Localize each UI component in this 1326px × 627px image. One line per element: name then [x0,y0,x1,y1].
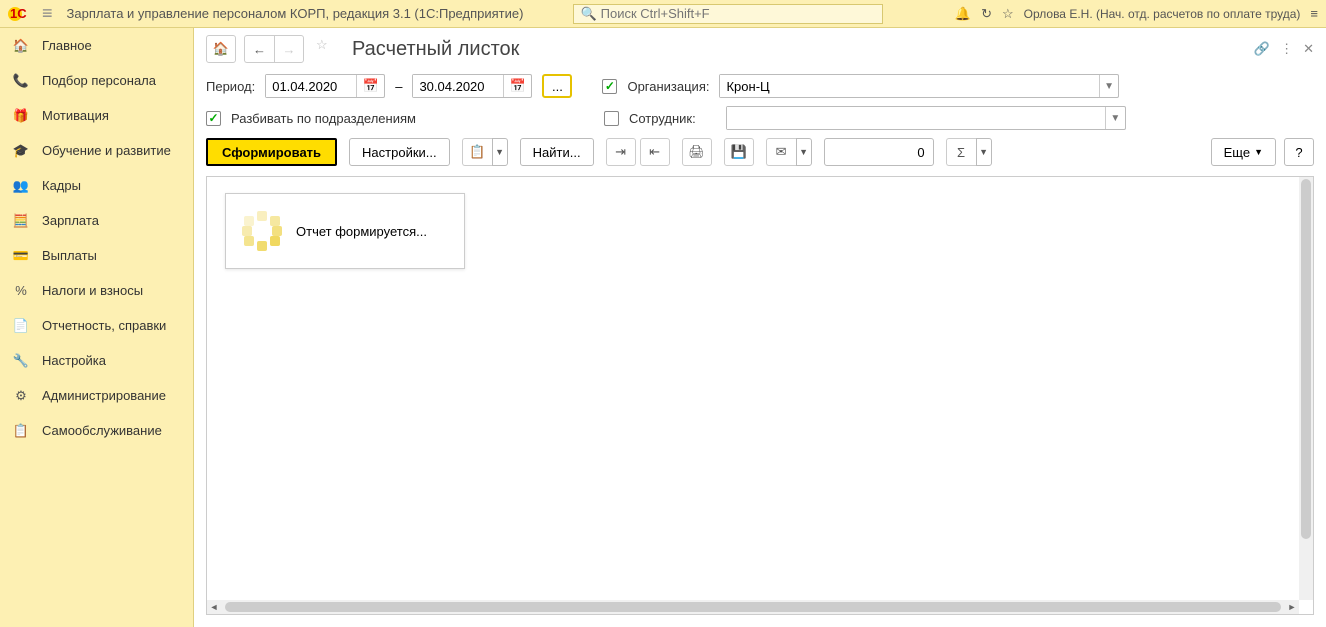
sidebar: 🏠Главное 📞Подбор персонала 🎁Мотивация 🎓О… [0,28,194,627]
sidebar-item-training[interactable]: 🎓Обучение и развитие [0,133,193,168]
org-input[interactable] [720,75,1098,97]
spinner-icon [242,211,282,251]
settings-button[interactable]: Настройки... [349,138,450,166]
svg-text:1С: 1С [10,6,27,21]
chevron-down-icon[interactable]: ▼ [1099,75,1119,97]
sum-button[interactable]: Σ▼ [946,138,992,166]
more-button[interactable]: Еще ▼ [1211,138,1276,166]
search-input[interactable] [601,6,877,21]
number-field[interactable] [824,138,934,166]
close-icon[interactable]: ✕ [1303,41,1314,57]
scrollbar-vertical[interactable] [1299,177,1313,600]
paste-button[interactable]: 📋▼ [462,138,508,166]
date-to-input[interactable] [413,75,503,97]
org-label: Организация: [627,79,709,94]
app-title: Зарплата и управление персоналом КОРП, р… [67,6,524,21]
home-icon: 🏠 [12,37,30,55]
scrollbar-horizontal[interactable]: ◄► [207,600,1299,614]
search-box[interactable]: 🔍 [573,4,883,24]
topbar: 1С ≡ Зарплата и управление персоналом КО… [0,0,1326,28]
loading-box: Отчет формируется... [225,193,465,269]
people-icon: 👥 [12,177,30,195]
emp-label: Сотрудник: [629,111,696,126]
sidebar-item-taxes[interactable]: %Налоги и взносы [0,273,193,308]
mail-button[interactable]: ✉▼ [766,138,812,166]
emp-select[interactable]: ▼ [726,106,1126,130]
help-button[interactable]: ? [1284,138,1314,166]
search-icon: 🔍 [580,6,596,22]
sidebar-item-motivation[interactable]: 🎁Мотивация [0,98,193,133]
gear-icon: ⚙ [12,387,30,405]
sidebar-item-settings[interactable]: 🔧Настройка [0,343,193,378]
history-icon[interactable]: ↻ [981,6,992,22]
date-from-field[interactable]: 📅 [265,74,385,98]
back-button[interactable]: ← [244,35,274,63]
sidebar-item-payments[interactable]: 💳Выплаты [0,238,193,273]
generate-button[interactable]: Сформировать [206,138,337,166]
period-label: Период: [206,79,255,94]
find-button[interactable]: Найти... [520,138,594,166]
loading-text: Отчет формируется... [296,224,427,239]
star-icon[interactable]: ☆ [1002,6,1014,22]
link-icon[interactable]: 🔗 [1254,41,1270,57]
org-select[interactable]: ▼ [719,74,1119,98]
expand-button[interactable]: ⇥ [606,138,636,166]
sidebar-item-reports[interactable]: 📄Отчетность, справки [0,308,193,343]
report-area: Отчет формируется... ◄► [206,176,1314,615]
org-checkbox[interactable] [602,79,617,94]
date-to-field[interactable]: 📅 [412,74,532,98]
sidebar-item-hr[interactable]: 👥Кадры [0,168,193,203]
settings-toggle-icon[interactable]: ≡ [1310,6,1318,21]
sidebar-item-self[interactable]: 📋Самообслуживание [0,413,193,448]
home-button[interactable]: 🏠 [206,35,236,63]
sidebar-item-admin[interactable]: ⚙Администрирование [0,378,193,413]
calendar-icon[interactable]: 📅 [356,75,384,97]
save-button[interactable]: 💾 [724,138,754,166]
bell-icon[interactable]: 🔔 [955,6,971,22]
sidebar-item-recruit[interactable]: 📞Подбор персонала [0,63,193,98]
date-separator: – [395,79,402,94]
period-select-button[interactable]: ... [542,74,572,98]
print-button[interactable]: 🖨 [682,138,712,166]
date-from-input[interactable] [266,75,356,97]
collapse-button[interactable]: ⇤ [640,138,670,166]
page-header: 🏠 ← → ☆ Расчетный листок 🔗 ⋮ ✕ [194,28,1326,70]
sidebar-item-main[interactable]: 🏠Главное [0,28,193,63]
phone-icon: 📞 [12,72,30,90]
split-checkbox[interactable] [206,111,221,126]
wrench-icon: 🔧 [12,352,30,370]
split-label: Разбивать по подразделениям [231,111,416,126]
card-icon: 💳 [12,247,30,265]
sidebar-item-salary[interactable]: 🧮Зарплата [0,203,193,238]
logo-1c: 1С [6,4,34,24]
chevron-down-icon[interactable]: ▼ [1105,107,1125,129]
gift-icon: 🎁 [12,107,30,125]
user-label[interactable]: Орлова Е.Н. (Нач. отд. расчетов по оплат… [1024,7,1301,21]
toolbar: Сформировать Настройки... 📋▼ Найти... ⇥ … [194,134,1326,170]
forward-button[interactable]: → [274,35,304,63]
emp-checkbox[interactable] [604,111,619,126]
page-title: Расчетный листок [352,38,519,61]
main-menu-icon[interactable]: ≡ [42,3,53,24]
favorite-star-icon[interactable]: ☆ [316,37,340,61]
calendar-icon[interactable]: 📅 [503,75,531,97]
cap-icon: 🎓 [12,142,30,160]
emp-input[interactable] [727,107,1105,129]
doc-icon: 📄 [12,317,30,335]
calc-icon: 🧮 [12,212,30,230]
more-vert-icon[interactable]: ⋮ [1280,41,1293,57]
list-icon: 📋 [12,422,30,440]
percent-icon: % [12,282,30,300]
